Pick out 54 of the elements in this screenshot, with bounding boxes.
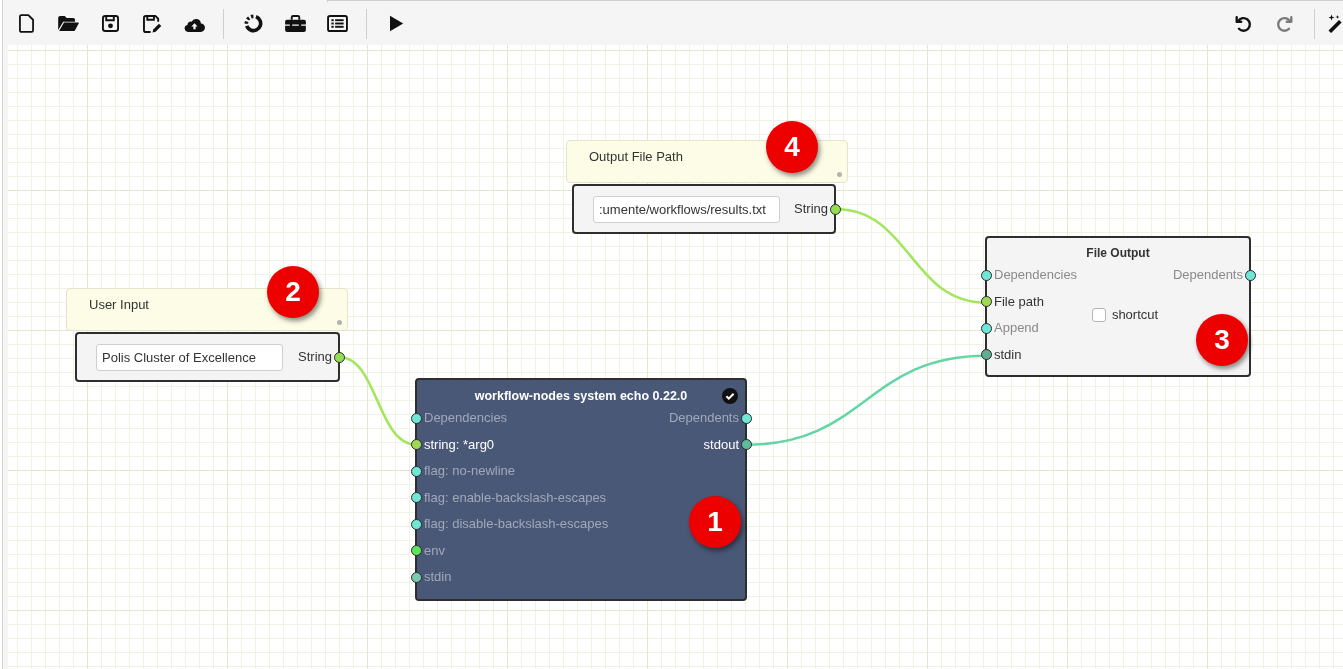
note-text: Output File Path [589,149,683,164]
file-pencil-icon [142,14,162,33]
port-icon[interactable] [1244,269,1256,281]
node-title: workflow-nodes system echo 0.22.0 [474,388,688,405]
play-icon [388,15,404,32]
text-field[interactable]: :umente/workflows/results.txt [593,195,780,223]
port-icon[interactable] [410,439,422,451]
port-icon[interactable] [410,412,422,424]
port-label: stdout [703,436,739,453]
port-label: stdin [424,569,452,586]
resize-handle-icon[interactable] [337,320,342,325]
node-title: File Output [1086,245,1150,262]
step-marker: 4 [766,121,818,173]
port-label: Dependencies [994,267,1078,284]
note-text: User Input [89,297,149,312]
text-field[interactable]: Polis Cluster of Excellence [96,343,283,371]
folder-icon [57,16,79,31]
list-icon [326,15,348,32]
port-icon[interactable] [740,439,752,451]
port-label: String [794,201,828,217]
port-label: Append [994,320,1039,337]
undo-icon [1234,14,1252,33]
port-icon[interactable] [829,203,841,215]
port-label: string: *arg0 [424,436,495,453]
file-icon [18,14,34,33]
redo-icon [1276,14,1294,33]
spinner-icon [243,14,263,33]
port-label: File path [994,293,1044,310]
port-label: Dependents [1172,267,1243,284]
checkbox[interactable] [1091,308,1106,322]
port-icon[interactable] [980,269,992,281]
port-icon[interactable] [410,571,422,583]
port-icon[interactable] [980,296,992,308]
toolbox-icon [284,15,306,32]
magic-wand-icon [1328,14,1343,33]
port-icon[interactable] [410,492,422,504]
port-icon[interactable] [980,322,992,334]
port-icon[interactable] [740,412,752,424]
port-icon[interactable] [980,349,992,361]
resize-handle-icon[interactable] [837,172,842,177]
port-icon[interactable] [410,518,422,530]
port-label: flag: no-newline [424,463,516,480]
port-icon[interactable] [410,465,422,477]
port-label: stdin [994,346,1022,363]
checkbox-label: shortcut [1111,307,1159,323]
port-icon[interactable] [410,545,422,557]
port-label: flag: enable-backslash-escapes [424,489,607,506]
port-label: env [424,542,445,559]
port-label: String [298,349,332,365]
port-label: Dependents [668,410,739,427]
port-icon[interactable] [333,351,345,363]
port-label: Dependencies [424,410,508,427]
port-label: flag: disable-backslash-escapes [424,516,609,533]
step-marker: 2 [267,266,319,318]
